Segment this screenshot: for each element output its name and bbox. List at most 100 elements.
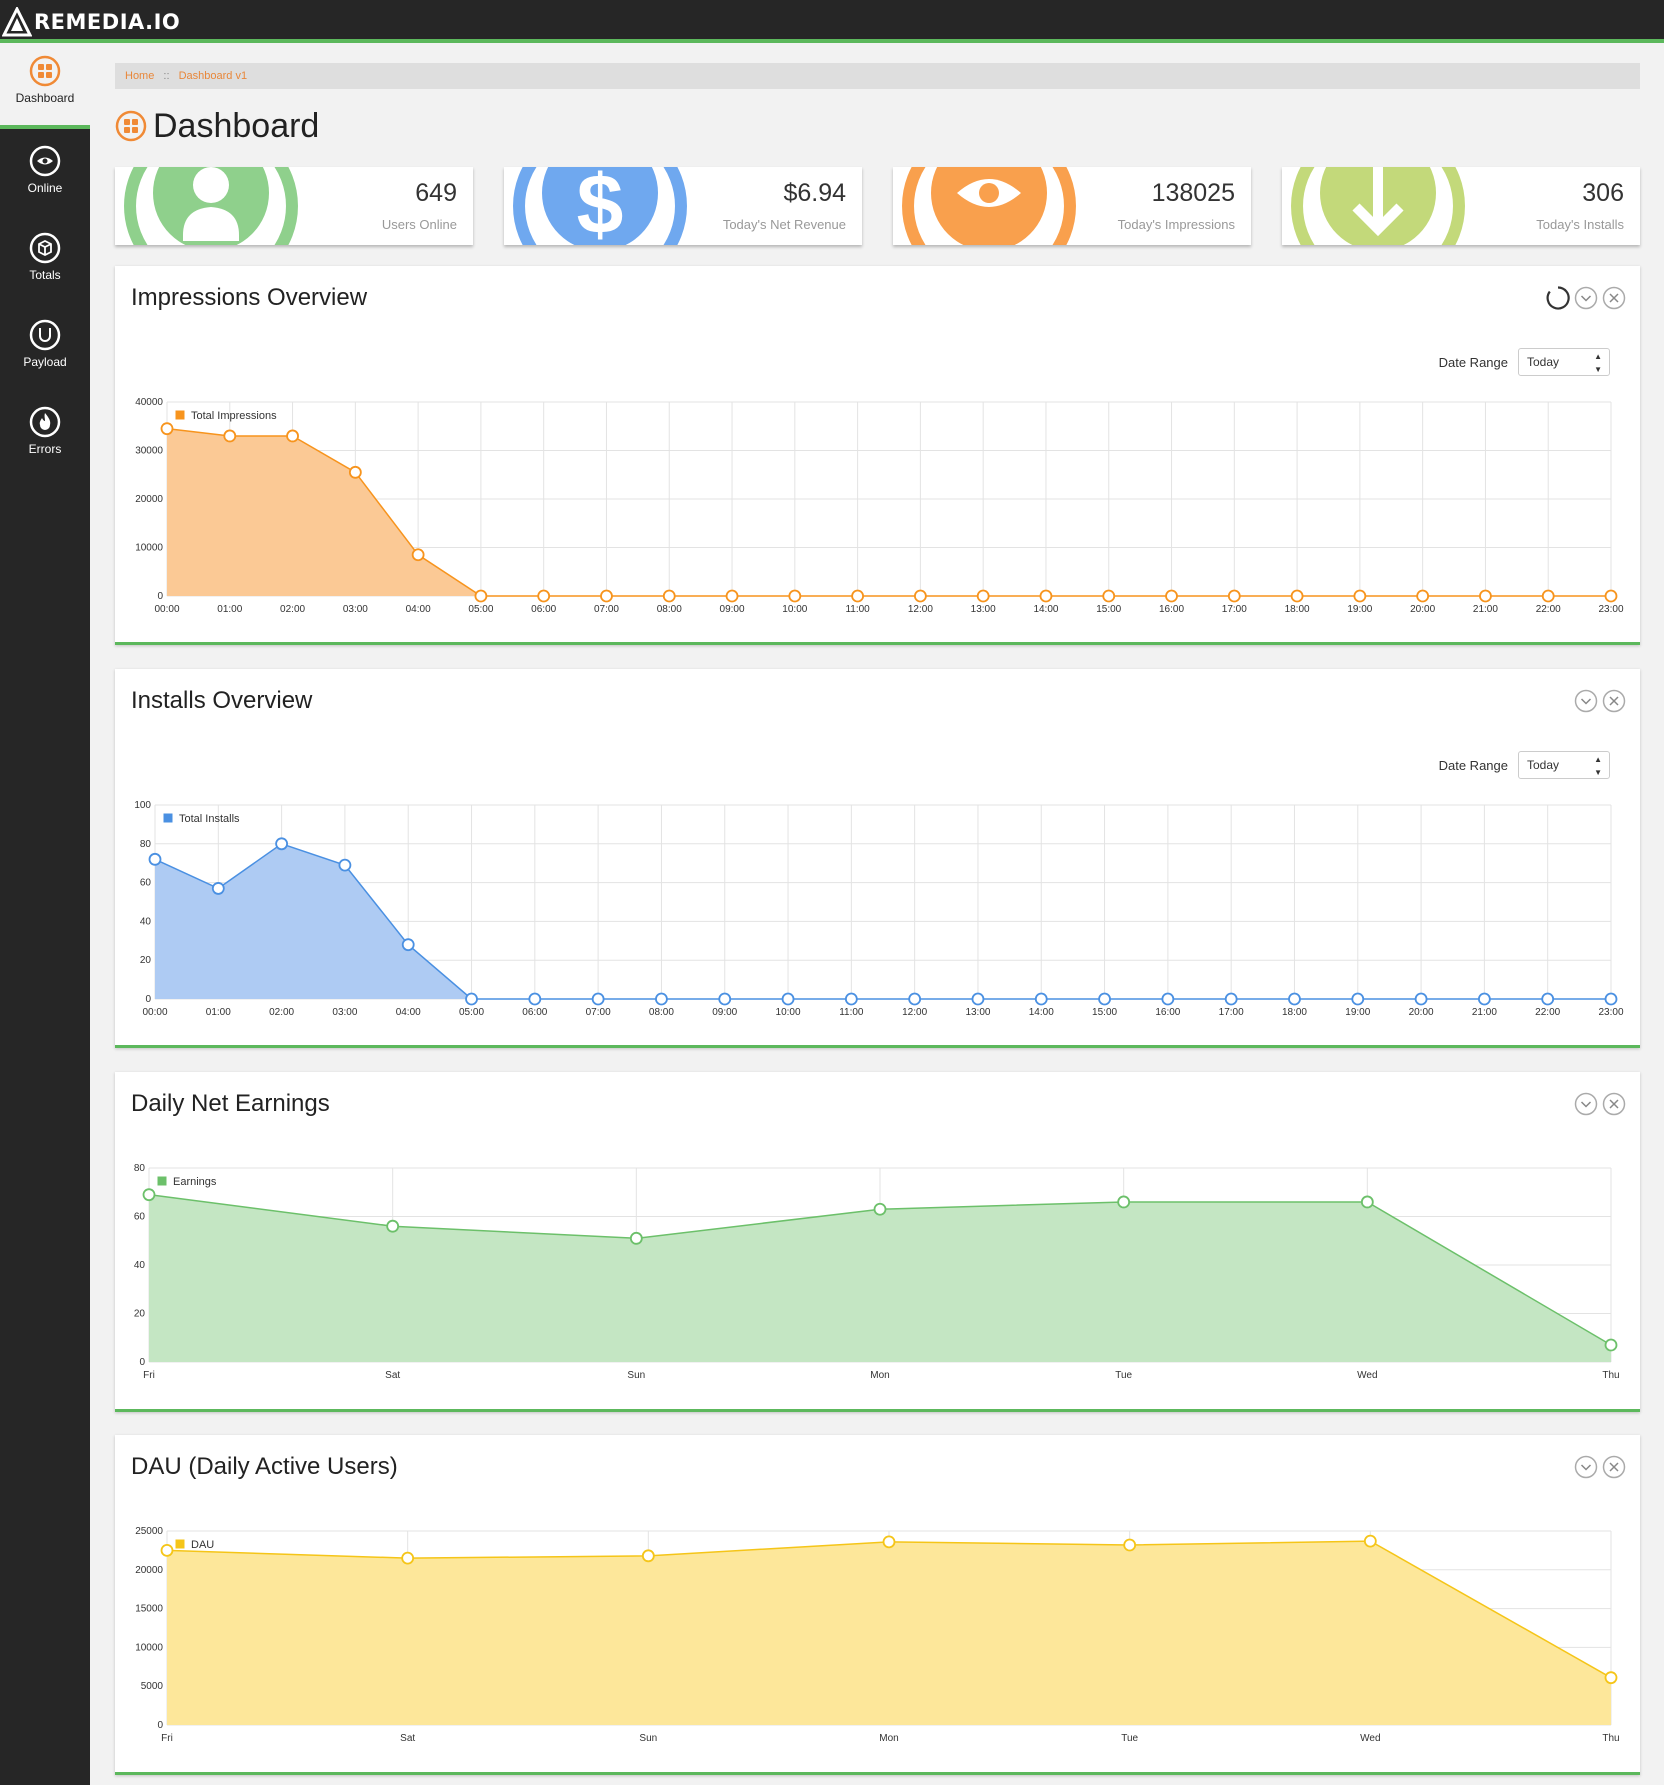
legend-label: Earnings bbox=[173, 1176, 217, 1188]
x-tick-label: Tue bbox=[1115, 1370, 1132, 1381]
x-tick-label: 22:00 bbox=[1535, 1007, 1560, 1018]
y-tick-label: 20000 bbox=[135, 1565, 163, 1576]
x-tick-label: 12:00 bbox=[902, 1007, 927, 1018]
data-point bbox=[1353, 589, 1367, 603]
data-point bbox=[537, 589, 551, 603]
x-tick-label: Sun bbox=[639, 1733, 657, 1744]
data-point bbox=[882, 1535, 896, 1549]
x-tick-label: Thu bbox=[1602, 1733, 1619, 1744]
data-point bbox=[1604, 1338, 1618, 1352]
logo[interactable]: REMEDIA.IO bbox=[2, 6, 180, 38]
data-point bbox=[348, 465, 362, 479]
breadcrumb-separator: :: bbox=[163, 70, 170, 82]
x-tick-label: 06:00 bbox=[531, 604, 556, 615]
data-point bbox=[528, 992, 542, 1006]
data-point bbox=[338, 858, 352, 872]
data-point bbox=[788, 589, 802, 603]
legend-swatch bbox=[174, 1538, 186, 1550]
data-point bbox=[718, 992, 732, 1006]
x-tick-label: 19:00 bbox=[1345, 1007, 1370, 1018]
sidebar-item-label: Errors bbox=[28, 442, 62, 456]
x-tick-label: 14:00 bbox=[1029, 1007, 1054, 1018]
data-point bbox=[1098, 992, 1111, 1006]
data-point bbox=[725, 589, 739, 603]
sidebar-item-errors[interactable]: Errors bbox=[0, 394, 90, 480]
sidebar-item-totals[interactable]: Totals bbox=[0, 220, 90, 306]
x-tick-label: 20:00 bbox=[1410, 604, 1435, 615]
y-tick-label: 0 bbox=[157, 591, 163, 602]
breadcrumb-current[interactable]: Dashboard v1 bbox=[179, 70, 248, 82]
breadcrumb: Home :: Dashboard v1 bbox=[115, 63, 1640, 89]
y-tick-label: 15000 bbox=[135, 1604, 163, 1615]
legend-swatch bbox=[162, 812, 174, 824]
x-tick-label: 11:00 bbox=[839, 1007, 864, 1018]
x-tick-label: 07:00 bbox=[586, 1007, 611, 1018]
eye-icon bbox=[902, 167, 1076, 245]
data-point bbox=[1360, 1195, 1374, 1209]
data-point bbox=[1288, 992, 1301, 1006]
data-point bbox=[142, 1188, 156, 1202]
box-icon bbox=[29, 232, 61, 264]
data-point bbox=[1117, 1195, 1131, 1209]
legend-label: Total Impressions bbox=[191, 410, 277, 422]
x-tick-label: 10:00 bbox=[776, 1007, 801, 1018]
data-point bbox=[1479, 589, 1492, 603]
series-area bbox=[167, 1541, 1611, 1725]
y-tick-label: 10000 bbox=[135, 543, 163, 554]
page-title: Dashboard bbox=[115, 104, 319, 148]
top-bar: REMEDIA.IO bbox=[0, 0, 1664, 43]
data-point bbox=[641, 1549, 655, 1563]
y-tick-label: 60 bbox=[140, 878, 152, 889]
data-point bbox=[844, 992, 858, 1006]
data-point bbox=[160, 1544, 174, 1557]
data-point bbox=[1414, 992, 1428, 1006]
dau-chart: 0 5000 10000 15000 20000 25000 Fri Sat Sun Mon Tue… bbox=[135, 1526, 1619, 1744]
x-tick-label: 05:00 bbox=[459, 1007, 484, 1018]
sidebar-item-dashboard[interactable]: Dashboard bbox=[0, 43, 90, 129]
data-point bbox=[148, 852, 162, 866]
legend-label: DAU bbox=[191, 1539, 214, 1551]
x-tick-label: Sun bbox=[627, 1370, 645, 1381]
data-point bbox=[1224, 992, 1238, 1006]
data-point bbox=[1416, 589, 1430, 603]
stat-value: 138025 bbox=[1151, 179, 1235, 207]
data-point bbox=[1161, 992, 1175, 1006]
series-area bbox=[149, 1194, 1611, 1362]
x-tick-label: 09:00 bbox=[712, 1007, 737, 1018]
series-area bbox=[167, 428, 1611, 596]
x-tick-label: Sat bbox=[385, 1370, 400, 1381]
stat-label: Today's Installs bbox=[1536, 217, 1624, 232]
x-tick-label: Sat bbox=[400, 1733, 415, 1744]
data-point bbox=[1477, 992, 1491, 1006]
data-point bbox=[1363, 1534, 1377, 1548]
data-point bbox=[1034, 992, 1048, 1006]
legend-swatch bbox=[156, 1175, 168, 1187]
x-tick-label: 16:00 bbox=[1159, 604, 1184, 615]
sidebar-item-label: Dashboard bbox=[15, 91, 75, 105]
data-point bbox=[1604, 1671, 1618, 1685]
stat-label: Users Online bbox=[381, 217, 457, 232]
x-tick-label: 00:00 bbox=[142, 1007, 167, 1018]
sidebar-item-online[interactable]: Online bbox=[0, 133, 90, 219]
data-point bbox=[465, 992, 478, 1006]
breadcrumb-home-link[interactable]: Home bbox=[125, 70, 154, 82]
dollar-icon: $ bbox=[513, 167, 687, 245]
stat-value: $6.94 bbox=[783, 179, 846, 207]
x-tick-label: 00:00 bbox=[154, 604, 179, 615]
x-tick-label: 05:00 bbox=[468, 604, 493, 615]
logo-mark-icon bbox=[2, 7, 32, 37]
svg-text:$: $ bbox=[577, 167, 624, 245]
impressions-chart: 0 10000 20000 30000 40000 00:00 01:00 02:00 03:0… bbox=[135, 397, 1624, 615]
x-tick-label: 04:00 bbox=[406, 604, 431, 615]
sidebar-item-payload[interactable]: Payload bbox=[0, 307, 90, 393]
x-tick-label: Thu bbox=[1602, 1370, 1619, 1381]
x-tick-label: 10:00 bbox=[782, 604, 807, 615]
x-tick-label: Fri bbox=[161, 1733, 173, 1744]
x-tick-label: 03:00 bbox=[343, 604, 368, 615]
stat-label: Today's Net Revenue bbox=[722, 217, 846, 232]
sidebar-item-label: Online bbox=[27, 181, 63, 195]
data-point bbox=[1604, 589, 1618, 603]
earnings-chart: 0 20 40 60 80 Fri Sat Sun Mon Tue Wed Thu Earnings bbox=[134, 1163, 1620, 1381]
sidebar-item-label: Payload bbox=[23, 355, 67, 369]
data-point bbox=[781, 992, 795, 1006]
